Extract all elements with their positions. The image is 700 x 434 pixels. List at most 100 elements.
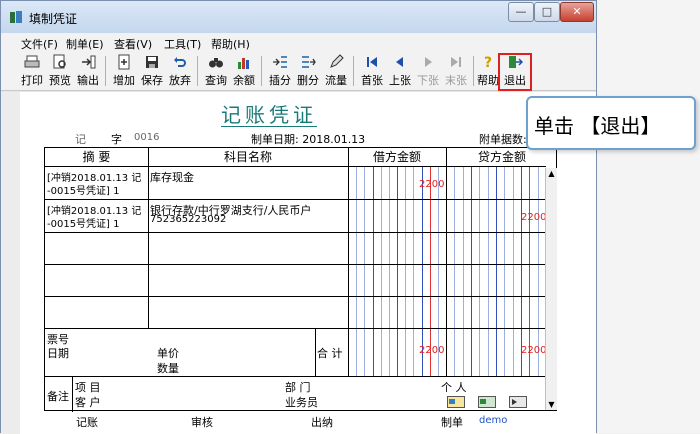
add-button[interactable]: 增加 [111, 54, 137, 88]
maker-label: 制单 [441, 416, 463, 429]
menu-voucher[interactable]: 制单(E) [66, 36, 104, 52]
card-icon[interactable] [447, 396, 465, 408]
callout-text: 单击 【退出】 [534, 114, 661, 138]
voucher-grid: 摘 要 科目名称 借方金额 贷方金额 [冲销2018.01.13 记 -0015… [44, 147, 557, 412]
salesman-label: 业务员 [285, 396, 318, 409]
last-page-icon [451, 57, 461, 67]
total-credit: 2200 [521, 345, 547, 356]
toolbar-separator [261, 56, 262, 86]
voucher-no-label: 字 [111, 133, 122, 146]
query-button[interactable]: 查询 [203, 54, 229, 88]
row2-summary-line2[interactable]: -0015号凭证] 1 [47, 215, 120, 230]
grid-line [45, 166, 546, 167]
grid-line [45, 376, 546, 377]
export-button[interactable]: 输出 [75, 54, 101, 88]
grid-line [45, 199, 546, 200]
total-debit: 2200 [419, 345, 445, 356]
row2-credit[interactable]: 2200 [521, 212, 546, 223]
next-page-icon [425, 57, 432, 67]
menu-view[interactable]: 查看(V) [114, 36, 152, 52]
grid-line [148, 148, 149, 328]
customer-label: 客 户 [75, 396, 101, 409]
credit-column-lines [454, 166, 539, 376]
ticket-date-label: 日期 [47, 347, 69, 360]
cash-flow-button[interactable]: 流量 [323, 54, 349, 88]
card-icon[interactable] [509, 396, 527, 408]
insert-row-button[interactable]: 插分 [267, 54, 293, 88]
card-icon[interactable] [478, 396, 496, 408]
quantity-label: 数量 [157, 362, 179, 375]
window-title: 填制凭证 [29, 12, 78, 26]
grid-line [446, 148, 447, 376]
row1-summary-line2[interactable]: -0015号凭证] 1 [47, 182, 120, 197]
prev-button[interactable]: 上张 [387, 54, 413, 88]
preview-button[interactable]: 预览 [47, 54, 73, 88]
attachment-count-label: 附单据数: [479, 133, 527, 146]
voucher-type[interactable]: 记 [75, 131, 86, 147]
toolbar-separator [473, 56, 474, 86]
svg-text:?: ? [484, 55, 492, 70]
add-doc-icon [118, 54, 130, 70]
menu-help[interactable]: 帮助(H) [211, 36, 250, 52]
maximize-button[interactable]: □ [534, 2, 560, 22]
left-strip [1, 92, 20, 434]
export-icon [82, 55, 96, 69]
undo-icon [174, 57, 186, 67]
grid-line [348, 148, 349, 376]
total-label: 合 计 [317, 347, 343, 360]
header-credit: 贷方金额 [477, 150, 526, 164]
voucher-window: 填制凭证 — □ ✕ 文件(F) 制单(E) 查看(V) 工具(T) 帮助(H)… [0, 0, 597, 434]
grid-line [315, 328, 316, 376]
person-label: 个 人 [441, 381, 467, 394]
balance-button[interactable]: 余额 [231, 54, 257, 88]
toolbar-separator [105, 56, 106, 86]
header-debit: 借方金额 [372, 150, 421, 164]
voucher-no[interactable]: 0016 [134, 132, 159, 143]
delete-row-button[interactable]: 删分 [295, 54, 321, 88]
bar-chart-icon [238, 58, 249, 69]
next-button[interactable]: 下张 [415, 54, 441, 88]
unit-price-label: 单价 [157, 347, 179, 360]
auditor-label: 审核 [191, 416, 213, 429]
exit-highlight-box [498, 53, 532, 91]
discard-button[interactable]: 放弃 [167, 54, 193, 88]
minimize-button[interactable]: — [508, 2, 534, 22]
app-icon [10, 11, 22, 23]
header-subject: 科目名称 [223, 150, 272, 164]
close-button[interactable]: ✕ [560, 2, 594, 22]
menu-bar: 文件(F) 制单(E) 查看(V) 工具(T) 帮助(H) [1, 33, 596, 51]
grid-line [72, 376, 73, 412]
bookkeeper-label: 记账 [76, 416, 98, 429]
printer-icon [24, 55, 40, 68]
row1-subject[interactable]: 库存现金 [150, 169, 194, 185]
cashier-label: 出纳 [311, 416, 333, 429]
delete-row-icon [302, 56, 316, 68]
first-page-icon [367, 57, 377, 67]
last-button[interactable]: 末张 [443, 54, 469, 88]
title-bar: 填制凭证 — □ ✕ [1, 1, 596, 33]
binoculars-icon [209, 58, 223, 68]
dept-label: 部 门 [285, 381, 311, 394]
row2-subject-account[interactable]: 752365223092 [150, 214, 226, 225]
print-button[interactable]: 打印 [19, 54, 45, 88]
project-label: 项 目 [75, 381, 101, 394]
instruction-callout: 单击 【退出】 [526, 96, 696, 150]
maker-name: demo [479, 415, 508, 426]
scroll-down-icon[interactable]: ▼ [547, 400, 556, 409]
grid-line [45, 232, 546, 233]
grid-line [45, 296, 546, 297]
first-button[interactable]: 首张 [359, 54, 385, 88]
menu-tools[interactable]: 工具(T) [164, 36, 201, 52]
debit-column-lines [356, 166, 439, 376]
help-icon: ? [484, 55, 492, 70]
row1-debit[interactable]: 2200 [419, 179, 444, 190]
menu-file[interactable]: 文件(F) [21, 36, 58, 52]
preview-icon [53, 54, 66, 69]
header-summary: 摘 要 [82, 150, 111, 164]
voucher-date[interactable]: 制单日期: 2018.01.13 [251, 131, 365, 147]
insert-row-icon [273, 56, 287, 68]
scroll-up-icon[interactable]: ▲ [547, 169, 556, 178]
vertical-scrollbar[interactable]: ▲ ▼ [545, 168, 557, 410]
save-button[interactable]: 保存 [139, 54, 165, 88]
grid-line [45, 264, 546, 265]
